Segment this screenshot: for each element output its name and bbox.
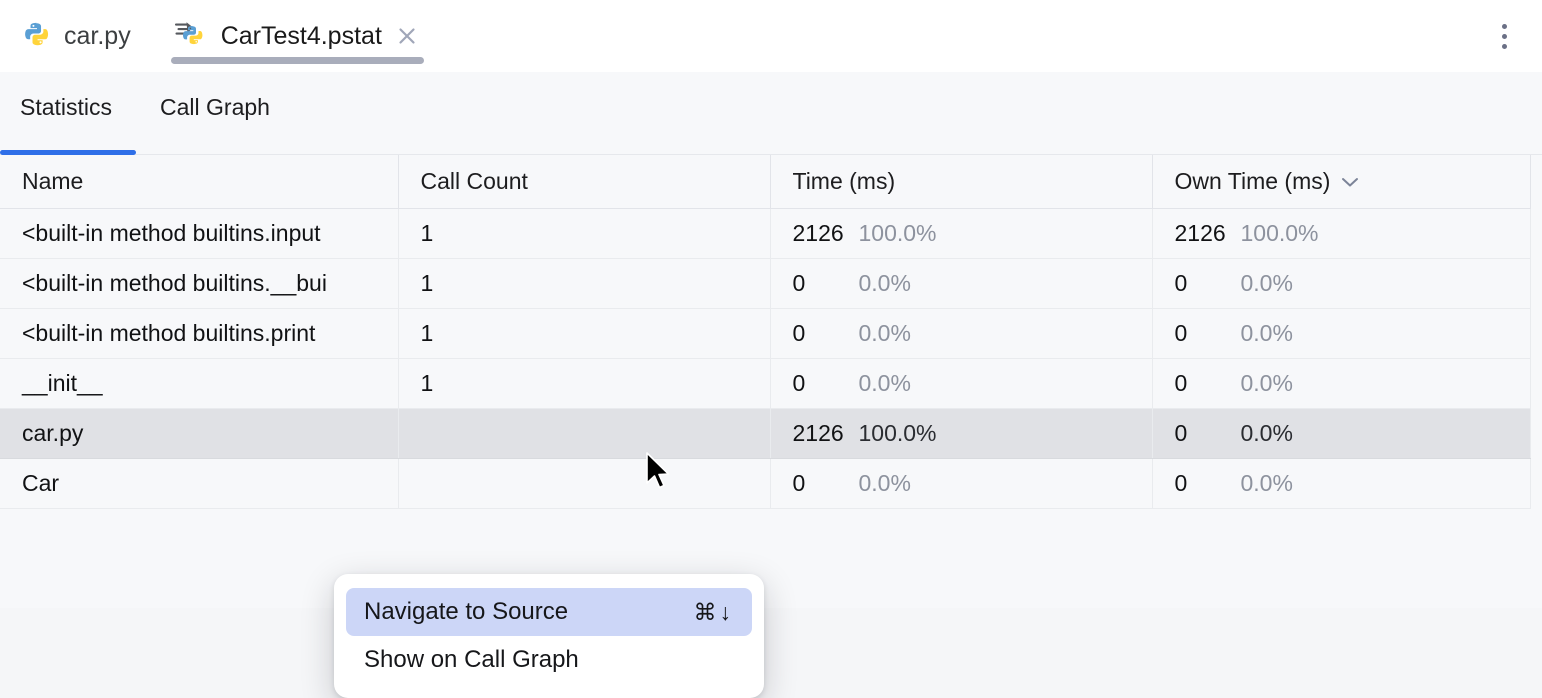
context-menu-item-label: Navigate to Source	[364, 598, 569, 625]
cell-time-percent: 100.0%	[858, 219, 937, 246]
table-header-row: Name Call Count Time (ms) Own Time (ms)	[0, 155, 1531, 209]
cell-time-value: 2126	[792, 419, 844, 446]
cell-name: <built-in method builtins.__bui	[0, 258, 399, 309]
editor-tab-cartest4-pstat[interactable]: CarTest4.pstat	[153, 0, 442, 72]
cell-own-time: 0 0.0%	[1152, 458, 1531, 509]
cell-name: Car	[0, 458, 399, 509]
active-tab-indicator	[170, 57, 424, 64]
statistics-table-container: Name Call Count Time (ms) Own Time (ms)	[0, 155, 1542, 698]
cell-time-value: 0	[792, 269, 806, 296]
context-menu-item-shortcut: ⌘↓	[693, 598, 734, 625]
cell-own-time-percent: 100.0%	[1240, 219, 1319, 246]
column-header-label: Time (ms)	[792, 167, 896, 194]
tab-label: Call Graph	[160, 94, 270, 120]
context-menu: Navigate to Source ⌘↓ Show on Call Graph	[334, 574, 764, 698]
cell-time: 0 0.0%	[770, 308, 1153, 359]
close-icon[interactable]	[394, 23, 420, 49]
column-header-label: Own Time (ms)	[1174, 167, 1331, 194]
cell-own-time-percent: 0.0%	[1240, 319, 1293, 346]
table-row[interactable]: __init__ 1 0 0.0% 0 0.0%	[0, 358, 1531, 409]
cell-own-time-percent: 0.0%	[1240, 269, 1293, 296]
table-row[interactable]: <built-in method builtins.input 1 2126 10…	[0, 208, 1531, 259]
cell-time-percent: 0.0%	[858, 469, 911, 496]
context-menu-item-navigate-to-source[interactable]: Navigate to Source ⌘↓	[346, 588, 752, 636]
column-header-name[interactable]: Name	[0, 155, 399, 209]
column-header-label: Call Count	[420, 167, 528, 194]
cell-time-percent: 0.0%	[858, 369, 911, 396]
table-row[interactable]: <built-in method builtins.__bui 1 0 0.0% …	[0, 258, 1531, 309]
table-row[interactable]: car.py 2126 100.0% 0 0.0%	[0, 408, 1531, 459]
tab-bar-spacer	[442, 0, 1482, 72]
kebab-dot	[1501, 23, 1507, 29]
view-tab-bar: Statistics Call Graph	[0, 72, 1542, 155]
editor-tab-label: car.py	[64, 21, 131, 50]
cell-own-time-percent: 0.0%	[1240, 469, 1293, 496]
cell-time: 2126 100.0%	[770, 408, 1153, 459]
context-menu-item-show-on-call-graph[interactable]: Show on Call Graph	[346, 636, 752, 684]
table-header: Name Call Count Time (ms) Own Time (ms)	[0, 155, 1531, 209]
cell-own-time-value: 0	[1174, 269, 1188, 296]
cell-time: 0 0.0%	[770, 258, 1153, 309]
chevron-down-icon	[1340, 170, 1360, 193]
column-header-time[interactable]: Time (ms)	[770, 155, 1153, 209]
cell-call-count: 1	[398, 208, 771, 259]
cell-own-time-percent: 0.0%	[1240, 369, 1293, 396]
cell-time: 0 0.0%	[770, 358, 1153, 409]
cell-time-value: 0	[792, 319, 806, 346]
table-row[interactable]: <built-in method builtins.print 1 0 0.0% …	[0, 308, 1531, 359]
kebab-dot	[1501, 33, 1507, 39]
python-profile-file-icon	[174, 20, 209, 52]
cell-call-count	[398, 408, 771, 459]
column-header-own-time[interactable]: Own Time (ms)	[1152, 155, 1531, 209]
cell-own-time-value: 0	[1174, 369, 1188, 396]
table-row[interactable]: Car 0 0.0% 0 0.0%	[0, 458, 1531, 509]
cell-time-value: 2126	[792, 219, 844, 246]
cell-time-percent: 100.0%	[858, 419, 937, 446]
cell-name: <built-in method builtins.print	[0, 308, 399, 359]
cell-own-time-value: 0	[1174, 319, 1188, 346]
cell-call-count: 1	[398, 358, 771, 409]
cell-time-value: 0	[792, 469, 806, 496]
cell-own-time: 0 0.0%	[1152, 308, 1531, 359]
cell-call-count: 1	[398, 258, 771, 309]
cell-own-time-percent: 0.0%	[1240, 419, 1293, 446]
cell-time: 0 0.0%	[770, 458, 1153, 509]
cell-name: <built-in method builtins.input	[0, 208, 399, 259]
cell-name: __init__	[0, 358, 399, 409]
column-header-label: Name	[22, 167, 84, 194]
tab-statistics[interactable]: Statistics	[0, 94, 137, 155]
editor-tab-bar: car.py CarTest4.pstat	[0, 0, 1542, 72]
editor-tab-label: CarTest4.pstat	[220, 21, 382, 50]
cell-time-value: 0	[792, 369, 806, 396]
editor-tab-car-py[interactable]: car.py	[0, 0, 153, 72]
kebab-dot	[1501, 43, 1507, 49]
tab-call-graph[interactable]: Call Graph	[136, 94, 294, 155]
cell-own-time-value: 0	[1174, 469, 1188, 496]
cell-own-time: 0 0.0%	[1152, 408, 1531, 459]
cell-own-time: 0 0.0%	[1152, 258, 1531, 309]
cell-call-count	[398, 458, 771, 509]
cell-call-count: 1	[398, 308, 771, 359]
cell-own-time-value: 0	[1174, 419, 1188, 446]
cell-name: car.py	[0, 408, 399, 459]
cell-own-time-value: 2126	[1174, 219, 1226, 246]
tab-label: Statistics	[20, 94, 113, 120]
context-menu-item-label: Show on Call Graph	[364, 646, 579, 673]
kebab-menu-icon[interactable]	[1482, 0, 1526, 72]
cell-own-time: 0 0.0%	[1152, 358, 1531, 409]
table-body: <built-in method builtins.input 1 2126 10…	[0, 208, 1531, 509]
cell-own-time: 2126 100.0%	[1152, 208, 1531, 259]
python-file-icon	[22, 21, 52, 51]
column-header-call-count[interactable]: Call Count	[398, 155, 771, 209]
cell-time-percent: 0.0%	[858, 269, 911, 296]
statistics-table: Name Call Count Time (ms) Own Time (ms)	[0, 155, 1531, 509]
cell-time-percent: 0.0%	[858, 319, 911, 346]
cell-time: 2126 100.0%	[770, 208, 1153, 259]
